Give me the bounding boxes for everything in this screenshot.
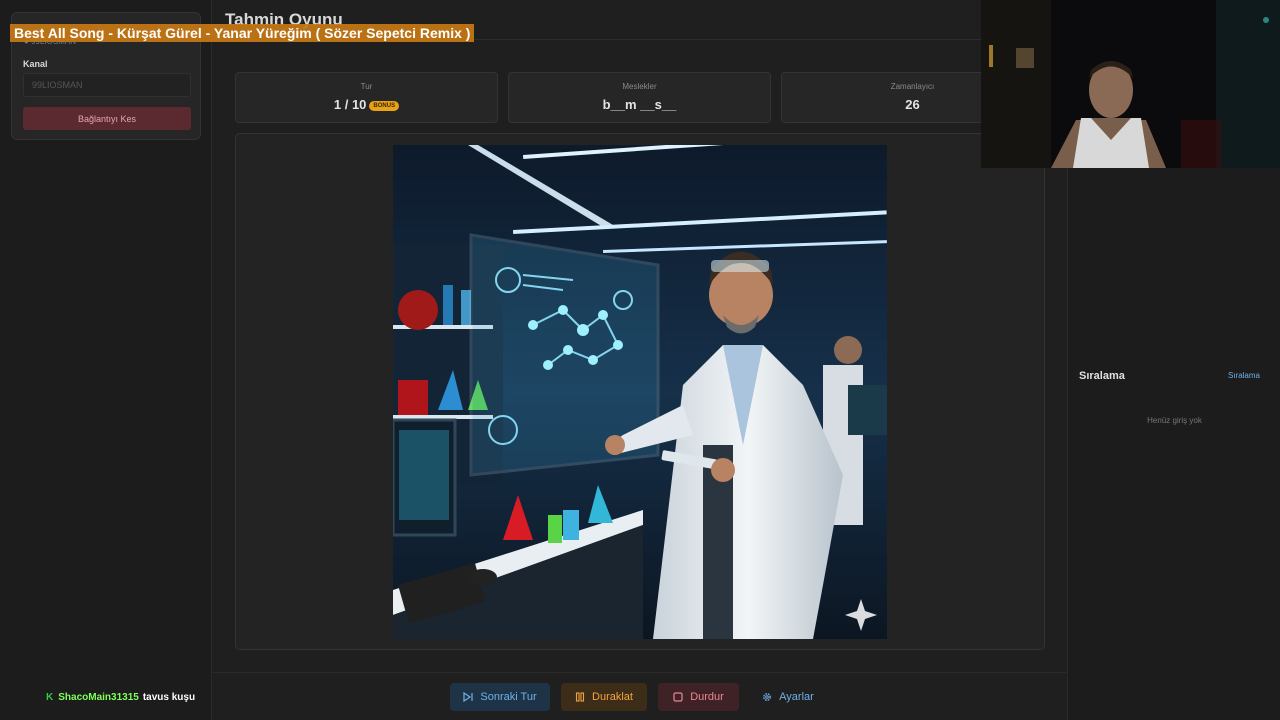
image-panel	[235, 133, 1045, 650]
left-sidebar: ● 99LIOSMAN Kanal 99LIOSMAN Bağlantıyı K…	[0, 0, 212, 720]
pause-button[interactable]: Duraklat	[561, 683, 647, 711]
gear-icon	[763, 693, 772, 701]
settings-label: Ayarlar	[779, 691, 814, 703]
skip-icon	[463, 692, 473, 702]
chat-text: tavus kuşu	[142, 692, 196, 703]
settings-button[interactable]: Ayarlar	[750, 683, 826, 711]
app-window: ● 99LIOSMAN Kanal 99LIOSMAN Bağlantıyı K…	[0, 0, 1280, 720]
main-content: Tahmin Oyunu Tur 1 / 10 BONUS Meslekler b…	[213, 0, 1066, 720]
next-round-label: Sonraki Tur	[480, 691, 537, 703]
lab-scientist-illustration	[393, 145, 887, 639]
pause-icon	[575, 692, 585, 702]
webcam-feed	[981, 0, 1280, 168]
round-label: Tur	[360, 82, 373, 91]
ranking-link[interactable]: Sıralama	[1228, 371, 1260, 380]
word-hint: b__m __s__	[602, 97, 677, 112]
chat-username: ShacoMain31315	[58, 692, 139, 703]
stop-button[interactable]: Durdur	[658, 683, 739, 711]
chat-message: K ShacoMain31315 tavus kuşu	[46, 692, 195, 703]
game-image	[393, 145, 887, 639]
stop-icon	[673, 692, 683, 702]
category-label: Meslekler	[622, 82, 657, 91]
round-card: Tur 1 / 10 BONUS	[235, 72, 498, 123]
chat-badge-icon: K	[46, 692, 54, 703]
stop-label: Durdur	[690, 691, 724, 703]
category-card: Meslekler b__m __s__	[508, 72, 771, 123]
webcam-overlay	[981, 0, 1280, 168]
bonus-badge: BONUS	[369, 101, 400, 111]
next-round-button[interactable]: Sonraki Tur	[450, 683, 550, 711]
disconnect-button[interactable]: Bağlantıyı Kes	[23, 107, 191, 130]
now-playing-banner: Best All Song - Kürşat Gürel - Yanar Yür…	[10, 24, 475, 42]
round-number: 1 / 10	[333, 97, 367, 112]
pause-label: Duraklat	[592, 691, 633, 703]
ranking-title: Sıralama	[1079, 370, 1125, 382]
channel-input[interactable]: 99LIOSMAN	[23, 73, 191, 97]
round-value: 1 / 10 BONUS	[236, 97, 497, 112]
channel-label: Kanal	[23, 59, 48, 69]
ranking-empty-text: Henüz giriş yok	[1147, 416, 1202, 425]
